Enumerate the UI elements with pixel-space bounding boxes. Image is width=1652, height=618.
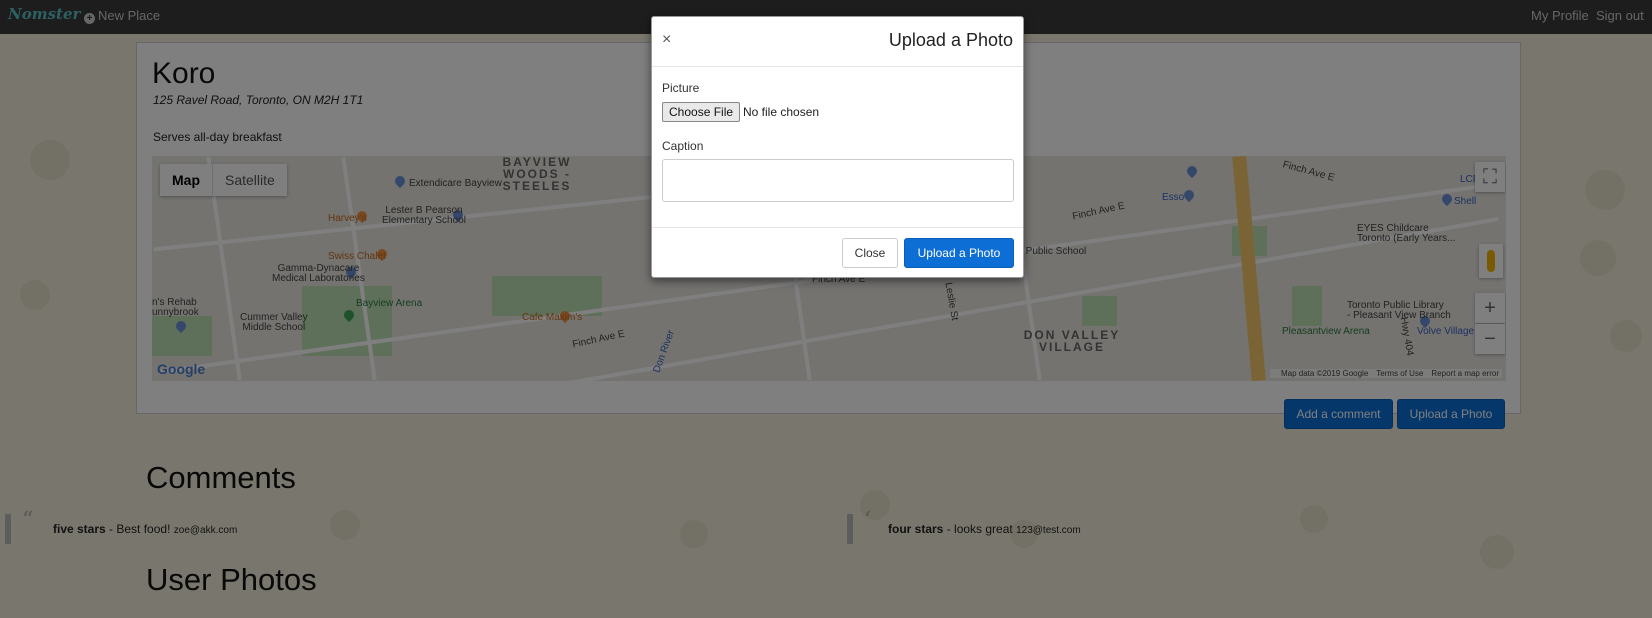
caption-input[interactable] <box>662 159 1014 202</box>
upload-photo-modal: × Upload a Photo Picture Choose File No … <box>651 16 1024 278</box>
picture-label: Picture <box>662 81 700 95</box>
choose-file-button[interactable]: Choose File <box>662 102 741 122</box>
file-status-text: No file chosen <box>743 105 820 119</box>
modal-title: Upload a Photo <box>888 30 1013 50</box>
close-icon[interactable]: × <box>662 31 671 49</box>
modal-footer <box>652 227 1023 228</box>
modal-header: × Upload a Photo <box>652 17 1023 67</box>
upload-photo-submit-button[interactable]: Upload a Photo <box>904 238 1014 268</box>
close-button[interactable]: Close <box>842 238 898 268</box>
caption-label: Caption <box>662 139 704 153</box>
